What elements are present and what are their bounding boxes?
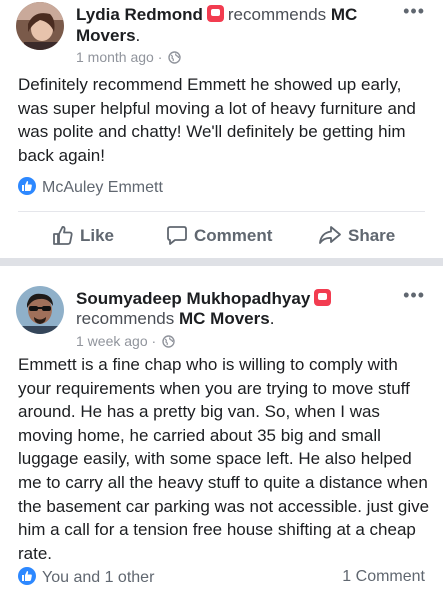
post-header-continued: Movers.	[76, 25, 140, 47]
post-header-continued: recommends MC Movers.	[76, 308, 274, 330]
share-button[interactable]: Share	[318, 222, 395, 250]
more-options-icon[interactable]: •••	[403, 286, 425, 304]
author-name[interactable]: Lydia Redmond	[76, 5, 203, 24]
timestamp[interactable]: 1 week ago	[76, 333, 148, 349]
comment-bubble-icon	[167, 226, 187, 245]
post-separator	[0, 258, 443, 266]
globe-icon	[168, 50, 181, 68]
like-label: Like	[80, 226, 115, 245]
avatar[interactable]	[16, 2, 64, 50]
page-name[interactable]: MC Movers	[179, 309, 270, 328]
divider	[18, 211, 425, 212]
globe-icon	[162, 334, 175, 352]
comments-count[interactable]: 1 Comment	[342, 567, 425, 587]
recommends-text: recommends	[76, 309, 175, 328]
page-name-continued[interactable]: Movers	[76, 26, 136, 45]
reactions-text: McAuley Emmett	[42, 179, 163, 196]
post-card: Lydia Redmond recommends MC Movers. 1 mon…	[0, 0, 443, 258]
like-reaction-icon	[18, 177, 36, 195]
period: .	[135, 26, 141, 45]
post-meta: 1 month ago ·	[76, 48, 181, 68]
share-label: Share	[348, 226, 396, 245]
post-text: Emmett is a fine chap who is willing to …	[18, 355, 430, 563]
meta-dot: ·	[157, 49, 163, 65]
meta-dot: ·	[151, 333, 157, 349]
like-reaction-icon	[18, 567, 36, 585]
reactions-summary[interactable]: McAuley Emmett	[18, 177, 163, 198]
post-header: Soumyadeep Mukhopadhyay	[76, 288, 335, 310]
avatar[interactable]	[16, 286, 64, 334]
comment-label: Comment	[194, 226, 273, 245]
recommendation-badge-icon	[206, 5, 224, 22]
more-options-icon[interactable]: •••	[403, 2, 425, 20]
share-arrow-icon	[319, 226, 341, 244]
comment-button[interactable]: Comment	[166, 222, 272, 250]
period: .	[269, 309, 275, 328]
author-name[interactable]: Soumyadeep Mukhopadhyay	[76, 289, 310, 308]
recommends-text: recommends	[227, 5, 327, 24]
post-header: Lydia Redmond recommends MC	[76, 4, 357, 26]
post-meta: 1 week ago ·	[76, 332, 175, 352]
recommendation-badge-icon	[314, 289, 332, 306]
post-card: Soumyadeep Mukhopadhyay recommends MC Mo…	[0, 266, 443, 600]
timestamp[interactable]: 1 month ago	[76, 49, 154, 65]
reactions-text: You and 1 other	[42, 569, 155, 586]
like-thumb-icon	[53, 226, 73, 245]
post-text: Definitely recommend Emmett he showed up…	[18, 75, 416, 165]
page-name[interactable]: MC	[331, 5, 357, 24]
like-button[interactable]: Like	[52, 222, 114, 250]
reactions-summary[interactable]: You and 1 other	[18, 567, 154, 588]
